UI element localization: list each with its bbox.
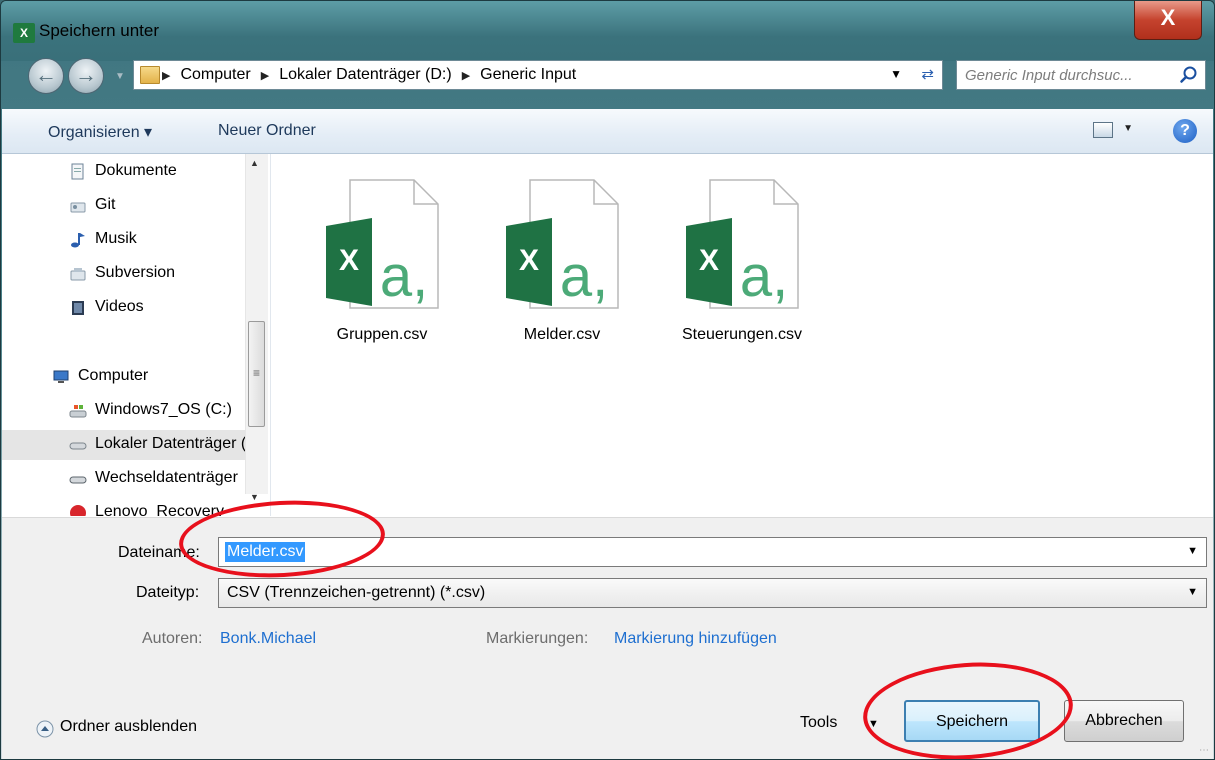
svg-text:a,: a,	[380, 244, 428, 309]
filetype-label: Dateityp:	[136, 584, 200, 601]
authors-label: Autoren:	[142, 630, 203, 647]
sidebar-item-label: Dokumente	[95, 162, 177, 179]
chevron-down-icon[interactable]: ▼	[1187, 545, 1198, 557]
sidebar-item-label: Videos	[95, 298, 144, 315]
help-icon[interactable]: ?	[1173, 119, 1197, 143]
windows-drive-icon	[69, 405, 87, 418]
file-item-gruppen[interactable]: X a, Gruppen.csv	[302, 174, 462, 354]
svg-text:a,: a,	[560, 244, 608, 309]
search-input[interactable]: Generic Input durchsuc...	[956, 60, 1206, 90]
sidebar-item-lokaler-datentraeger[interactable]: Lokaler Datenträger (D:)	[2, 430, 252, 460]
file-item-steuerungen[interactable]: X a, Steuerungen.csv	[662, 174, 822, 354]
excel-csv-file-icon: X a,	[506, 179, 619, 309]
sidebar-item-git[interactable]: Git	[2, 191, 252, 221]
breadcrumb-separator-icon[interactable]: ▶	[462, 69, 470, 82]
hide-folders-label: Ordner ausblenden	[60, 718, 197, 735]
chevron-down-icon[interactable]: ▼	[1187, 586, 1198, 598]
documents-icon	[71, 163, 84, 180]
sidebar-item-wechseldatentraeger[interactable]: Wechseldatenträger	[2, 464, 252, 494]
address-bar[interactable]: ▶ Computer ▶ Lokaler Datenträger (D:) ▶ …	[133, 60, 943, 90]
add-tag-link[interactable]: Markierung hinzufügen	[614, 630, 777, 648]
sidebar-item-label: Computer	[78, 367, 149, 384]
sidebar-item-label: Musik	[95, 230, 137, 247]
forward-button[interactable]: →	[68, 58, 104, 94]
sidebar-item-computer[interactable]: Computer	[2, 362, 252, 392]
svg-text:X: X	[699, 244, 719, 277]
title-bar[interactable]: X Speichern unter X	[1, 1, 1214, 61]
git-folder-icon	[70, 202, 86, 213]
sidebar-item-musik[interactable]: Musik	[2, 225, 252, 255]
removable-drive-icon	[69, 476, 87, 484]
view-dropdown-icon[interactable]: ▼	[1123, 123, 1133, 134]
grip-icon: ≡	[253, 366, 261, 380]
new-folder-button[interactable]: Neuer Ordner	[218, 122, 316, 140]
sidebar-scrollbar[interactable]: ▲ ≡ ▼	[245, 154, 268, 502]
drive-icon	[69, 442, 87, 450]
authors-value[interactable]: Bonk.Michael	[220, 630, 316, 648]
cancel-button[interactable]: Abbrechen	[1064, 700, 1184, 742]
folder-icon	[140, 66, 160, 84]
file-name: Gruppen.csv	[336, 326, 428, 343]
excel-icon: X	[13, 23, 35, 43]
sidebar-item-label: Wechseldatenträger	[95, 469, 238, 486]
resize-grip-icon[interactable]: ⋯	[1199, 745, 1209, 756]
save-as-dialog: X Speichern unter X ← → ▼ ▶ Computer ▶ L…	[0, 0, 1215, 760]
file-name: Steuerungen.csv	[681, 326, 803, 343]
navigation-pane: Dokumente Git Musik Subversion Videos Co…	[2, 154, 271, 516]
filetype-value: CSV (Trennzeichen-getrennt) (*.csv)	[227, 584, 486, 601]
breadcrumb-item-drive[interactable]: Lokaler Datenträger (D:)	[279, 66, 452, 84]
excel-csv-file-icon: X a,	[686, 179, 799, 309]
breadcrumb-separator-icon[interactable]: ▶	[261, 69, 269, 82]
excel-csv-file-icon: X a,	[326, 179, 439, 309]
navigation-bar: ← → ▼ ▶ Computer ▶ Lokaler Datenträger (…	[1, 53, 1214, 101]
sidebar-item-subversion[interactable]: Subversion	[2, 259, 252, 289]
svg-text:X: X	[339, 244, 359, 277]
music-icon	[71, 233, 85, 248]
subversion-folder-icon	[70, 268, 86, 281]
window-title: Speichern unter	[39, 21, 160, 40]
scroll-thumb[interactable]: ≡	[248, 321, 265, 427]
sidebar-item-videos[interactable]: Videos	[2, 293, 252, 323]
breadcrumb: ▶ Computer ▶ Lokaler Datenträger (D:) ▶ …	[162, 61, 576, 89]
filetype-select[interactable]: CSV (Trennzeichen-getrennt) (*.csv) ▼	[218, 578, 1207, 608]
back-button[interactable]: ←	[28, 58, 64, 94]
videos-icon	[72, 301, 84, 315]
sidebar-item-label: Subversion	[95, 264, 176, 281]
refresh-icon[interactable]: ⇄	[921, 65, 934, 83]
file-item-melder[interactable]: X a, Melder.csv	[482, 174, 642, 354]
file-list: X a, Gruppen.csv X a, Melder.csv X a, St…	[272, 154, 1212, 516]
sidebar-item-label: Git	[95, 196, 116, 213]
file-name: Melder.csv	[523, 326, 601, 343]
dialog-body: Organisieren ▾ Neuer Ordner ▼ ? Dokument…	[2, 109, 1213, 759]
sidebar-item-label: Lokaler Datenträger (D:)	[95, 435, 252, 452]
chevron-up-circle-icon	[36, 720, 54, 738]
svg-text:X: X	[519, 244, 539, 277]
sidebar-item-label: Lenovo_Recovery	[95, 503, 224, 516]
sidebar-item-label: Windows7_OS (C:)	[95, 401, 232, 418]
tools-button[interactable]: Tools	[800, 714, 837, 732]
address-dropdown-icon[interactable]: ▼	[890, 67, 902, 81]
scroll-up-icon[interactable]: ▲	[250, 158, 259, 168]
tags-label: Markierungen:	[486, 630, 589, 647]
scroll-down-icon[interactable]: ▼	[250, 492, 259, 502]
recovery-drive-icon	[70, 505, 86, 516]
sidebar-item-windows7-os[interactable]: Windows7_OS (C:)	[2, 396, 252, 426]
search-placeholder: Generic Input durchsuc...	[965, 67, 1133, 84]
close-button[interactable]: X	[1134, 1, 1202, 40]
breadcrumb-separator-icon: ▶	[162, 69, 171, 82]
command-bar: Organisieren ▾ Neuer Ordner ▼ ?	[2, 109, 1213, 154]
computer-icon	[53, 370, 69, 383]
recent-pages-dropdown[interactable]: ▼	[115, 71, 125, 82]
breadcrumb-item-folder[interactable]: Generic Input	[480, 66, 576, 84]
search-icon[interactable]	[1179, 65, 1199, 85]
view-options-icon[interactable]	[1093, 122, 1113, 138]
sidebar-item-dokumente[interactable]: Dokumente	[2, 157, 252, 187]
breadcrumb-item-computer[interactable]: Computer	[180, 66, 250, 84]
organize-button[interactable]: Organisieren ▾	[48, 122, 152, 142]
svg-text:a,: a,	[740, 244, 788, 309]
